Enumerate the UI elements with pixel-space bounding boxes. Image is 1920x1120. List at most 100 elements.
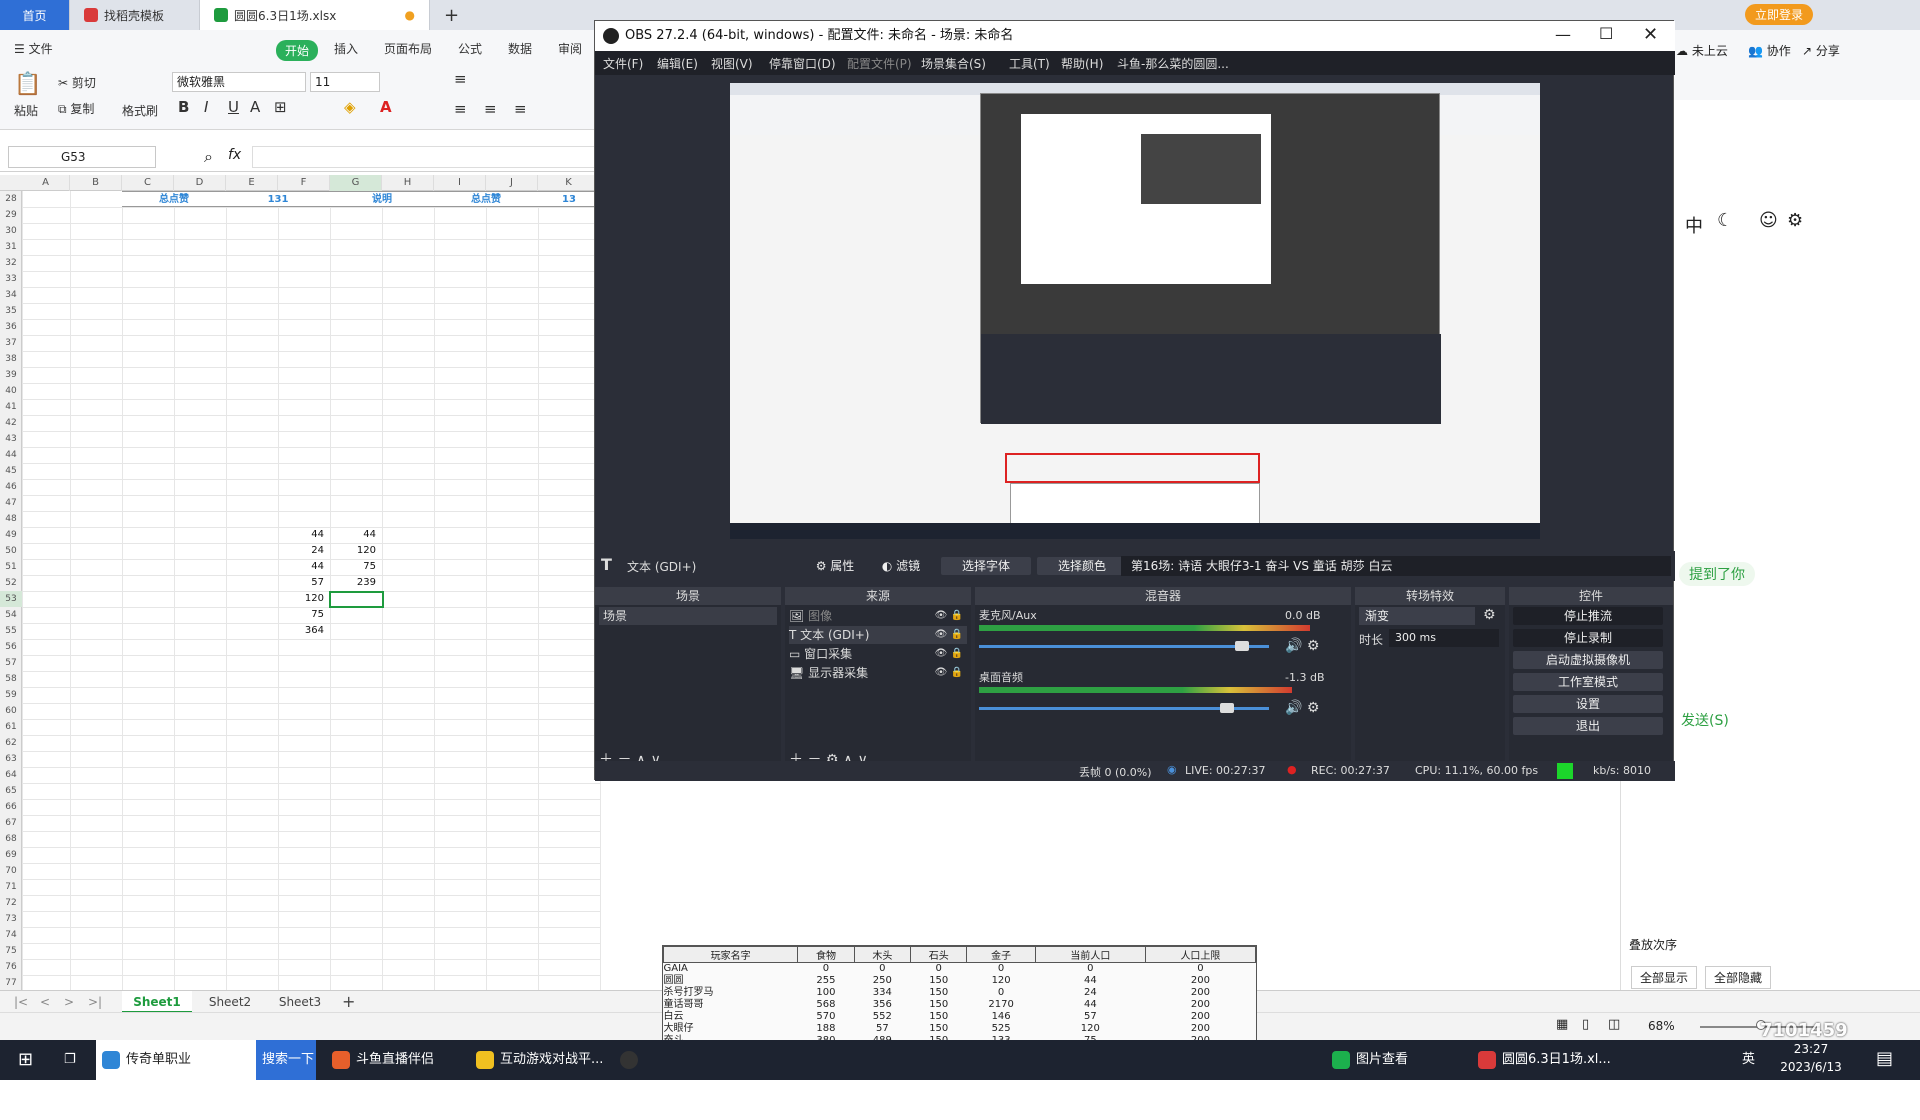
last-sheet-icon[interactable]: >| [88,991,102,1013]
cell-g[interactable]: 120 [326,543,376,559]
row-header[interactable]: 56 [0,639,22,655]
row-header[interactable]: 72 [0,895,22,911]
row-header[interactable]: 41 [0,399,22,415]
row-header[interactable]: 77 [0,975,22,991]
cell-g[interactable]: 44 [326,527,376,543]
row-header[interactable]: 49 [0,527,22,543]
paste-button[interactable]: 粘贴 [14,102,38,119]
next-sheet-icon[interactable]: > [64,991,74,1013]
row-header[interactable]: 31 [0,239,22,255]
row-header[interactable]: 71 [0,879,22,895]
menu-insert[interactable]: 插入 [334,40,358,57]
prev-sheet-icon[interactable]: < [40,991,50,1013]
fx-button[interactable]: fx [228,147,241,163]
source-item[interactable]: T 文本 (GDI+) 👁 🔒 [789,626,967,644]
control-button[interactable]: 工作室模式 [1513,673,1663,691]
zoom-level[interactable]: 68% [1648,1019,1675,1033]
row-header[interactable]: 46 [0,479,22,495]
row-header[interactable]: 60 [0,703,22,719]
volume-slider[interactable] [979,645,1269,648]
row-header[interactable]: 33 [0,271,22,287]
row-header[interactable]: 69 [0,847,22,863]
row-header[interactable]: 32 [0,255,22,271]
mention-badge[interactable]: 提到了你 [1679,562,1755,586]
control-button[interactable]: 停止推流 [1513,607,1663,625]
row-header[interactable]: 51 [0,559,22,575]
scene-item[interactable]: 场景 [599,607,777,625]
volume-knob[interactable] [1234,641,1249,651]
text-content-field[interactable]: 第16场: 诗语 大眼仔3-1 奋斗 VS 童话 胡莎 白云 [1121,556,1671,576]
fill-color-icon[interactable]: ◈ [344,98,356,116]
font-size-select[interactable]: 11 [310,72,380,92]
taskbar-obs[interactable]: OB [614,1040,662,1107]
row-header[interactable]: 68 [0,831,22,847]
zoom-search-icon[interactable]: ⌕ [204,147,213,167]
font-color-icon[interactable]: A [380,98,392,116]
taskbar-douyu[interactable]: 斗鱼直播伴侣 [326,1040,466,1080]
underline-icon[interactable]: U [228,98,239,116]
first-sheet-icon[interactable]: |< [14,991,28,1013]
close-icon[interactable]: ✕ [1643,24,1658,45]
clock-date[interactable]: 2023/6/13 [1776,1060,1846,1074]
obs-menu-item[interactable]: 编辑(E) [657,55,698,72]
row-header[interactable]: 70 [0,863,22,879]
select-color-button[interactable]: 选择颜色 [1037,557,1127,575]
column-header[interactable]: A [22,175,70,191]
source-item[interactable]: 🖼 图像 👁 🔒 [789,607,967,625]
cloud-status[interactable]: ☁ 未上云 [1676,42,1728,59]
row-header[interactable]: 59 [0,687,22,703]
cell-f[interactable]: 75 [274,607,324,623]
align-right-icon[interactable]: ≡ [514,100,527,118]
copy-button[interactable]: ⧉ 复制 [58,100,94,117]
preview-selection-box[interactable] [1005,453,1260,483]
align-left-icon[interactable]: ≡ [454,100,467,118]
transition-select[interactable]: 渐变 [1359,607,1475,625]
obs-menu-item[interactable]: 场景集合(S) [921,55,986,72]
row-header[interactable]: 30 [0,223,22,239]
row-header[interactable]: 75 [0,943,22,959]
show-all-button[interactable]: 全部显示 [1631,966,1698,989]
row-header[interactable]: 48 [0,511,22,527]
taskbar-game[interactable]: 互动游戏对战平... [470,1040,610,1080]
moon-icon[interactable]: ☾ [1717,210,1733,231]
cell-f[interactable]: 24 [274,543,324,559]
row-header[interactable]: 42 [0,415,22,431]
italic-icon[interactable]: I [204,98,208,116]
row-header[interactable]: 39 [0,367,22,383]
taskbar-wps[interactable]: 圆圆6.3日1场.xl... [1472,1040,1622,1080]
gear-icon[interactable]: ⚙ [1787,210,1803,231]
row-header[interactable]: 64 [0,767,22,783]
maximize-icon[interactable]: ☐ [1599,24,1613,43]
row-header[interactable]: 62 [0,735,22,751]
obs-preview[interactable] [730,83,1540,539]
obs-menu-item[interactable]: 停靠窗口(D) [769,55,836,72]
row-header[interactable]: 47 [0,495,22,511]
menu-review[interactable]: 审阅 [558,40,582,57]
row-header[interactable]: 55 [0,623,22,639]
row-header[interactable]: 74 [0,927,22,943]
clock-time[interactable]: 23:27 [1776,1042,1846,1056]
row-header[interactable]: 73 [0,911,22,927]
cell-f[interactable]: 364 [274,623,324,639]
row-header[interactable]: 38 [0,351,22,367]
ime-indicator[interactable]: 中 [1685,212,1703,238]
visibility-lock-icon[interactable]: 👁 🔒 [935,645,963,663]
filters-button[interactable]: ◐ 滤镜 [871,557,931,575]
row-header[interactable]: 67 [0,815,22,831]
row-header[interactable]: 66 [0,799,22,815]
obs-menu-item[interactable]: 帮助(H) [1061,55,1103,72]
sheet-tab-3[interactable]: Sheet3 [270,991,330,1013]
tab-template[interactable]: 找稻壳模板 [70,0,200,30]
volume-knob[interactable] [1220,703,1235,713]
control-button[interactable]: 停止录制 [1513,629,1663,647]
column-header[interactable]: K [538,175,600,191]
strikethrough-icon[interactable]: A [250,98,260,116]
column-header[interactable]: B [70,175,122,191]
page-view-icon[interactable]: ▯ [1582,1017,1589,1032]
row-header[interactable]: 29 [0,207,22,223]
row-header[interactable]: 44 [0,447,22,463]
cell-g[interactable]: 239 [326,575,376,591]
notification-icon[interactable]: ▤ [1876,1048,1893,1069]
sheet-tab-2[interactable]: Sheet2 [200,991,260,1013]
row-header[interactable]: 65 [0,783,22,799]
